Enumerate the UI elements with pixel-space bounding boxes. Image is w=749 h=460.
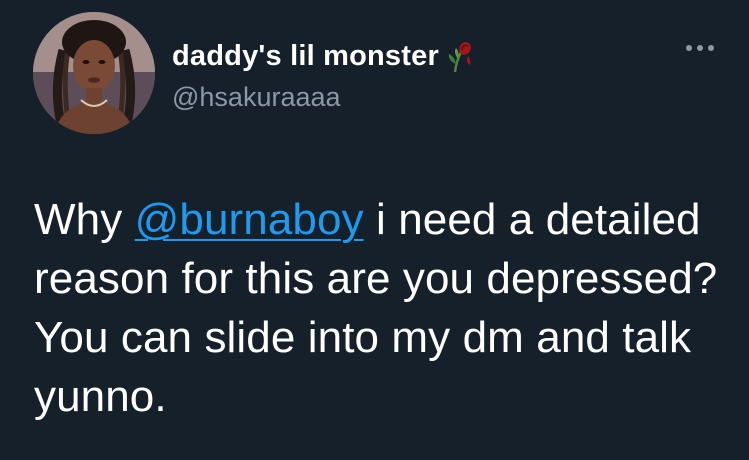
tweet-text: Why @burnaboy i need a detailed reason f… — [34, 190, 724, 426]
author-name-row[interactable]: daddy's lil monster — [172, 36, 477, 76]
avatar-photo-icon — [33, 12, 155, 134]
more-options-icon — [686, 45, 714, 51]
tweet-text-start: Why — [34, 195, 135, 244]
mention-link[interactable]: @burnaboy — [135, 195, 364, 244]
more-options-button[interactable] — [680, 36, 720, 60]
display-name[interactable]: daddy's lil monster — [172, 40, 439, 73]
wilted-rose-icon — [441, 38, 477, 74]
avatar[interactable] — [33, 12, 155, 134]
tweet-card: daddy's lil monster @hsakuraaaa Why @bur… — [0, 0, 749, 460]
username-handle[interactable]: @hsakuraaaa — [172, 82, 341, 113]
